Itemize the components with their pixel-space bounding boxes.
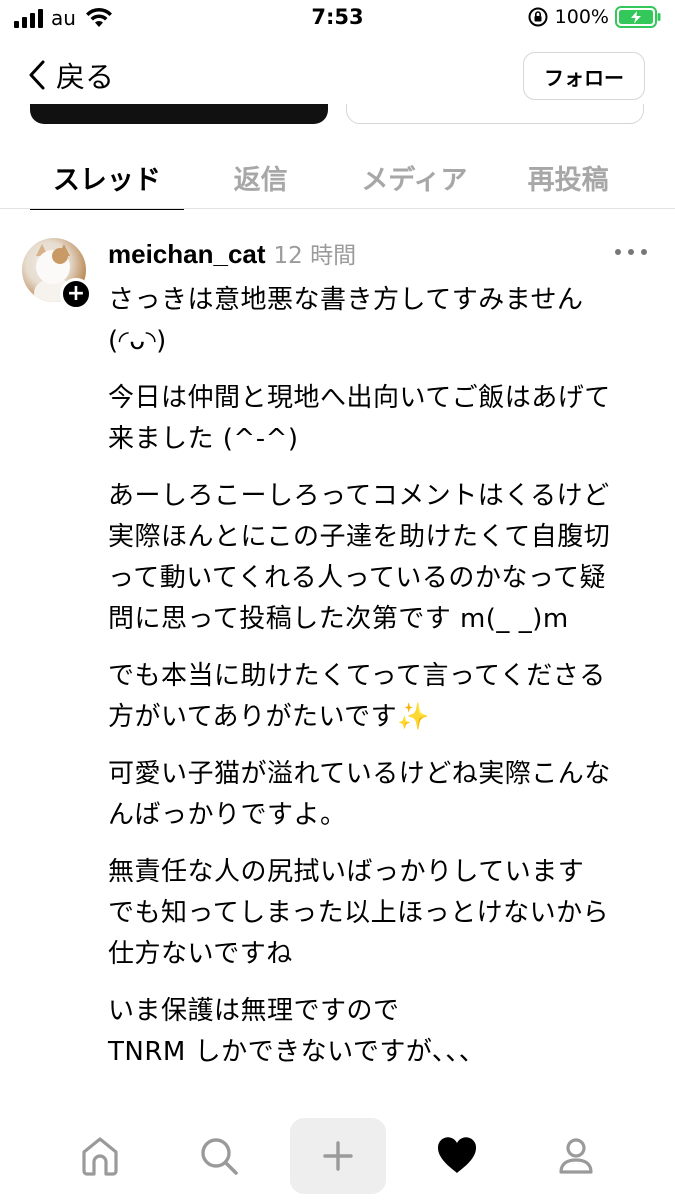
follow-plus-icon[interactable]: + <box>60 278 92 310</box>
profile-primary-button[interactable] <box>30 104 328 124</box>
sparkles-icon: ✨ <box>397 702 431 732</box>
post-username[interactable]: meichan_cat <box>108 239 266 270</box>
post-header: meichan_cat 12 時間 <box>108 236 356 270</box>
follow-button[interactable]: フォロー <box>523 52 645 100</box>
profile-tabs: スレッド 返信 メディア 再投稿 <box>30 150 645 210</box>
nav-home[interactable] <box>52 1118 148 1194</box>
post-paragraph: あーしろこーしろってコメントはくるけど 実際ほんとにこの子達を助けたくて自腹切 … <box>108 481 611 634</box>
search-icon <box>200 1138 238 1175</box>
post-paragraph: 可愛い子猫が溢れているけどね実際こんな んばっかりですよ。 <box>108 759 611 830</box>
back-label: 戻る <box>56 60 115 94</box>
battery-charging-icon <box>615 6 661 28</box>
back-button[interactable]: 戻る <box>26 54 114 96</box>
status-bar: au 7:53 100% <box>0 0 675 38</box>
post-body: さっきは意地悪な書き方してすみません (◜ᴗ◝) 今日は仲間と現地へ出向いてご飯… <box>108 280 653 1089</box>
orientation-lock-icon <box>528 7 548 27</box>
status-right: 100% <box>527 6 661 28</box>
tab-threads[interactable]: スレッド <box>30 150 184 210</box>
nav-search[interactable] <box>171 1118 267 1194</box>
nav-create[interactable] <box>289 1118 386 1194</box>
chevron-left-icon <box>29 60 45 90</box>
post-paragraph: いま保護は無理ですので TNRM しかできないですが、、、 <box>108 996 486 1067</box>
tab-reposts[interactable]: 再投稿 <box>491 150 645 210</box>
profile-header: 戻る フォロー <box>0 44 675 104</box>
scrolled-profile-buttons <box>0 104 675 128</box>
create-icon <box>322 1141 353 1171</box>
profile-icon <box>558 1138 593 1174</box>
tabs-divider <box>0 208 675 209</box>
post-timestamp: 12 時間 <box>273 243 357 269</box>
battery-percent: 100% <box>554 6 609 28</box>
nav-activity[interactable] <box>409 1118 505 1194</box>
tab-media[interactable]: メディア <box>338 150 492 210</box>
post-paragraph: さっきは意地悪な書き方してすみません (◜ᴗ◝) <box>108 285 584 356</box>
nav-profile[interactable] <box>528 1118 624 1194</box>
activity-heart-icon <box>437 1137 476 1173</box>
tab-replies[interactable]: 返信 <box>184 150 338 210</box>
post-paragraph: でも本当に助けたくてって言ってくださる 方がいてありがたいです✨ <box>108 661 606 732</box>
home-icon <box>81 1137 118 1176</box>
more-options-icon[interactable] <box>615 240 647 264</box>
post-paragraph: 今日は仲間と現地へ出向いてご飯はあげて 来ました (^-^) <box>108 383 611 454</box>
bottom-nav <box>0 1112 675 1200</box>
post-paragraph: 無責任な人の尻拭いばっかりしています でも知ってしまった以上ほっとけないから 仕… <box>108 857 610 969</box>
profile-secondary-button[interactable] <box>346 104 644 124</box>
